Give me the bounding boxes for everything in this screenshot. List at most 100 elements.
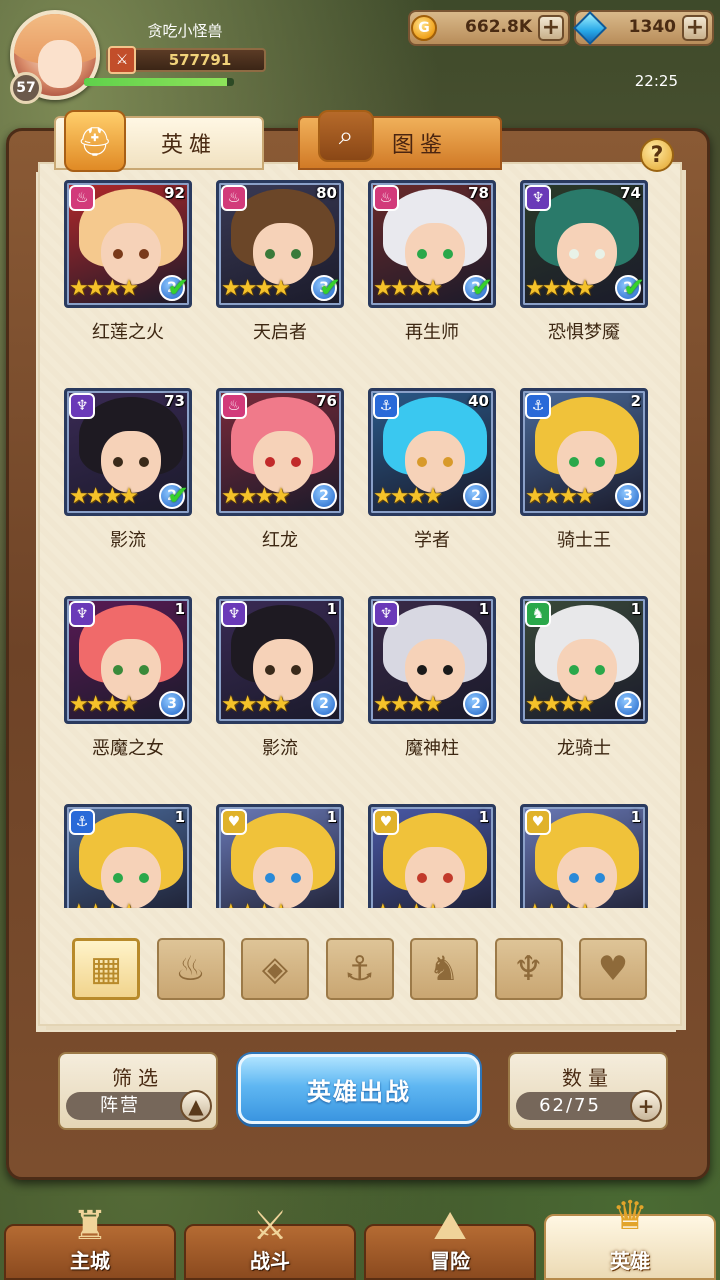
hero-card[interactable]: ♥ 1 ★★★★ [368, 804, 496, 908]
diamond-icon: ◈ [261, 949, 289, 989]
star-rating: ★★★★ [221, 692, 291, 717]
earth-filter-button[interactable]: ◈ [241, 938, 309, 1000]
hero-name: 恐惧梦魇 [548, 322, 620, 342]
hero-card[interactable]: ♨ 92 ★★★★ 2 ✔ 红莲之火 [64, 180, 192, 344]
hero-eye [443, 249, 453, 259]
hero-eye [443, 665, 453, 675]
hero-eye [139, 249, 149, 259]
hero-eye [265, 457, 275, 467]
hero-card[interactable]: ♞ 1 ★★★★ 2 龙骑士 [520, 596, 648, 760]
hero-eye [113, 873, 123, 883]
hero-eye [595, 457, 605, 467]
star-rating: ★★★★ [371, 901, 443, 909]
hero-card[interactable]: ♨ 78 ★★★★ 2 ✔ 再生师 [368, 180, 496, 344]
hero-name: 骑士王 [557, 530, 611, 550]
hero-rank-badge: 2 [311, 691, 337, 717]
hero-level: 1 [630, 808, 641, 826]
hero-card[interactable]: ⚓ 40 ★★★★ 2 学者 [368, 388, 496, 552]
hero-portrait: ♆ 73 ★★★★ 2 ✔ [64, 388, 192, 516]
helmet-icon: ♛ [612, 1193, 648, 1239]
deploy-heroes-button[interactable]: 英雄出战 [238, 1054, 480, 1124]
player-name: 贪吃小怪兽 [147, 23, 223, 40]
star-rating: ★★★★ [523, 901, 595, 909]
hero-name: 红莲之火 [92, 322, 164, 342]
demon-filter-button[interactable]: ♆ [494, 938, 563, 1000]
star-rating: ★★★★ [67, 901, 139, 909]
grid-icon: ▦ [89, 949, 123, 989]
nav-label: 主城 [70, 1249, 110, 1273]
hero-card[interactable]: ♆ 74 ★★★★ 2 ✔ 恐惧梦魇 [520, 180, 648, 344]
crossed-swords-icon: ⚔ [108, 46, 136, 74]
hero-eye [139, 665, 149, 675]
nav-castle[interactable]: ♜ 主城 [4, 1203, 176, 1280]
chevron-up-icon[interactable]: ▲ [180, 1090, 212, 1122]
anchor-icon: ⚓ [344, 949, 375, 989]
hero-eye [139, 873, 149, 883]
hero-eye [291, 249, 301, 259]
holy-filter-button[interactable]: ♥ [579, 938, 647, 1000]
star-rating: ★★★★ [525, 692, 595, 717]
expand-capacity-button[interactable]: + [630, 1090, 662, 1122]
hero-card[interactable]: ⚓ 1 ★★★★ [64, 804, 192, 908]
hero-eye [113, 249, 123, 259]
hero-card[interactable]: ♆ 1 ★★★★ 3 恶魔之女 [64, 596, 192, 760]
hero-eye [443, 457, 453, 467]
hero-level: 1 [478, 600, 489, 618]
checkmark-icon: ✔ [167, 273, 189, 303]
holy-icon: ♥ [373, 809, 399, 835]
hero-eye [595, 665, 605, 675]
nav-label: 冒险 [430, 1249, 470, 1273]
hero-portrait: ♥ 1 ★★★★ [368, 804, 496, 908]
faction-filter-row: ▦ ♨ ◈ ⚓ ♞ ♆ ♥ [72, 938, 656, 1000]
count-panel: 数量 62/75 + [508, 1052, 668, 1130]
filter-title: 筛选 [112, 1066, 164, 1090]
star-rating: ★★★★ [373, 276, 443, 301]
fire-icon: ♨ [175, 949, 206, 989]
hero-face [101, 847, 161, 908]
hero-eye [113, 457, 123, 467]
hero-portrait: ⚓ 1 ★★★★ [64, 804, 192, 908]
fire-icon: ♨ [69, 185, 95, 211]
hero-portrait: ⚓ 2 ★★★★ 3 [520, 388, 648, 516]
nav-helmet[interactable]: ♛ 英雄 [544, 1193, 716, 1280]
nav-label: 战斗 [250, 1249, 290, 1273]
dragon-filter-button[interactable]: ♞ [410, 938, 478, 1000]
holy-icon: ♥ [221, 809, 247, 835]
hero-card[interactable]: ♨ 76 ★★★★ 2 红龙 [216, 388, 344, 552]
all-filter-button[interactable]: ▦ [72, 938, 140, 1000]
hero-card[interactable]: ♥ 1 ★★★★ [216, 804, 344, 908]
hero-card[interactable]: ♆ 1 ★★★★ 2 影流 [216, 596, 344, 760]
hero-eye [443, 873, 453, 883]
hero-card[interactable]: ♆ 1 ★★★★ 2 魔神柱 [368, 596, 496, 760]
hero-name: 魔神柱 [405, 738, 459, 758]
hero-name: 红龙 [262, 530, 298, 550]
hero-level: 1 [326, 808, 337, 826]
nav-map[interactable]: ⛰ 冒险 [364, 1203, 536, 1280]
tab-codex[interactable]: ⌕ 图鉴 [298, 110, 502, 170]
add-gold-button[interactable]: + [538, 15, 564, 41]
fire-filter-button[interactable]: ♨ [156, 938, 225, 1000]
nav-label: 英雄 [610, 1249, 650, 1273]
help-button[interactable]: ? [640, 138, 674, 172]
hero-level: 1 [174, 600, 185, 618]
demon-icon: ♆ [525, 185, 551, 211]
hero-card[interactable]: ♆ 73 ★★★★ 2 ✔ 影流 [64, 388, 192, 552]
hero-name: 影流 [262, 738, 298, 758]
hero-name: 恶魔之女 [92, 738, 164, 758]
holy-icon: ♥ [525, 809, 551, 835]
power-bar: ⚔ 577791 [106, 46, 266, 74]
hero-rank-badge: 2 [463, 691, 489, 717]
hero-card[interactable]: ⚓ 2 ★★★★ 3 骑士王 [520, 388, 648, 552]
hero-level: 76 [316, 392, 337, 410]
hero-level: 78 [468, 184, 489, 202]
hero-card[interactable]: ♥ 1 ★★★★ [520, 804, 648, 908]
star-rating: ★★★★ [69, 276, 139, 301]
star-rating: ★★★★ [69, 484, 139, 509]
nav-crossed-swords[interactable]: ⚔ 战斗 [184, 1203, 356, 1280]
hero-card[interactable]: ♨ 80 ★★★★ 3 ✔ 天启者 [216, 180, 344, 344]
anchor-filter-button[interactable]: ⚓ [325, 938, 394, 1000]
hero-name: 再生师 [405, 322, 459, 342]
add-gems-button[interactable]: + [682, 15, 708, 41]
demon-icon: ♆ [513, 949, 544, 989]
tab-heroes[interactable]: ⛑ 英雄 [54, 110, 264, 172]
